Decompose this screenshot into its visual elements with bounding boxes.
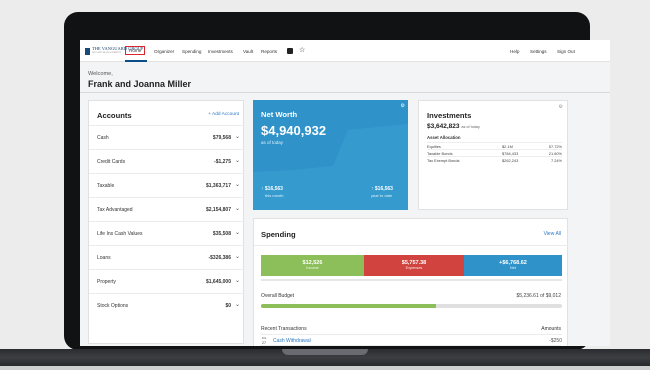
account-label: Credit Cards	[97, 159, 126, 165]
user-name: Frank and Joanna Miller	[88, 79, 192, 89]
nav-vault[interactable]: Vault	[243, 49, 253, 54]
allocation-row: Tax Exempt Bonds $262,243 7.24%	[427, 156, 562, 163]
star-icon[interactable]: ☆	[299, 47, 305, 54]
recent-transactions-label: Recent Transactions	[261, 326, 307, 332]
spending-divider	[254, 245, 569, 246]
app-screen: THE VANGUARD GROUP WEALTH MANAGEMENT Hom…	[80, 40, 610, 346]
account-row-life-ins[interactable]: Life Ins Cash Values $35,508 ⌄	[89, 221, 245, 245]
account-row-tax-advantaged[interactable]: Tax Advantaged $2,154,807 ⌄	[89, 197, 245, 221]
account-label: Tax Advantaged	[97, 207, 133, 213]
nav-reports[interactable]: Reports	[261, 49, 277, 54]
nav-help[interactable]: Help	[510, 49, 519, 54]
account-value: $79,568	[212, 135, 231, 141]
account-row-taxable[interactable]: Taxable $1,363,717 ⌄	[89, 173, 245, 197]
investments-value: $3,642,823	[427, 123, 460, 130]
view-all-link[interactable]: View All	[544, 231, 561, 237]
gear-icon[interactable]: ⚙	[401, 103, 405, 109]
chevron-down-icon[interactable]: ⌄	[235, 277, 240, 284]
account-row-credit-cards[interactable]: Credit Cards -$1,275 ⌄	[89, 149, 245, 173]
amounts-label: Amounts	[541, 326, 561, 332]
account-value: $2,154,807	[205, 207, 231, 213]
transaction-name[interactable]: Cash Withdrawal	[273, 338, 311, 344]
chevron-down-icon[interactable]: ⌄	[235, 205, 240, 212]
transaction-amount: -$250	[549, 338, 562, 344]
investments-value-line: $3,642,823 as of today	[427, 123, 480, 130]
budget-progress-fill	[261, 304, 436, 308]
account-row-cash[interactable]: Cash $79,568 ⌄	[89, 125, 245, 149]
chevron-down-icon[interactable]: ⌄	[235, 181, 240, 188]
budget-value: $5,236.61 of $9,012	[516, 293, 562, 299]
account-row-property[interactable]: Property $1,645,000 ⌄	[89, 269, 245, 293]
chevron-down-icon[interactable]: ⌄	[235, 133, 240, 140]
net-worth-month-change: ↑ $16,563	[261, 186, 283, 192]
net-label: Net	[510, 266, 516, 270]
accounts-panel: Accounts + Add Account Cash $79,568 ⌄ Cr…	[88, 100, 245, 344]
nav-organizer[interactable]: Organizer	[154, 49, 174, 54]
income-label: Income	[306, 266, 319, 270]
chevron-down-icon[interactable]: ⌄	[235, 253, 240, 260]
income-segment[interactable]: $12,526 Income	[261, 255, 364, 276]
nav-active-indicator	[125, 60, 147, 62]
nav-investments[interactable]: Investments	[208, 49, 233, 54]
nav-sign-out[interactable]: Sign Out	[557, 49, 575, 54]
nav-spending[interactable]: Spending	[182, 49, 201, 54]
account-value: -$326,386	[208, 255, 231, 261]
net-worth-card[interactable]: ⚙ Net Worth $4,940,932 as of today ↑ $16…	[253, 100, 408, 210]
chevron-down-icon[interactable]: ⌄	[235, 229, 240, 236]
header-divider	[80, 92, 610, 93]
allocation-row: Taxable Bonds $784,433 21.60%	[427, 149, 562, 156]
segment-divider	[261, 279, 562, 281]
net-worth-value: $4,940,932	[261, 123, 327, 138]
accounts-title: Accounts	[97, 111, 132, 120]
gear-icon[interactable]: ⚙	[559, 104, 563, 110]
expenses-segment[interactable]: $5,757.38 Expenses	[364, 255, 464, 276]
laptop-notch	[282, 349, 368, 355]
budget-progress-bar[interactable]	[261, 304, 562, 308]
net-worth-title: Net Worth	[261, 110, 298, 119]
account-value: $1,645,000	[205, 279, 231, 285]
account-label: Property	[97, 279, 116, 285]
account-label: Stock Options	[97, 303, 129, 309]
budget-label: Overall Budget	[261, 293, 295, 299]
account-label: Life Ins Cash Values	[97, 231, 143, 237]
welcome-text: Welcome,	[88, 71, 113, 77]
laptop-base-edge	[0, 366, 650, 370]
calendar-icon[interactable]	[287, 48, 293, 54]
account-value: -$1,275	[214, 159, 231, 165]
chevron-down-icon[interactable]: ⌄	[235, 157, 240, 164]
account-value: $1,363,717	[205, 183, 231, 189]
investments-card[interactable]: ⚙ Investments $3,642,823 as of today Ass…	[418, 100, 568, 210]
net-worth-as-of: as of today	[261, 140, 284, 145]
allocation-row: Equities $2.1M 57.72%	[427, 142, 562, 149]
net-worth-month-label: this month	[265, 193, 284, 198]
nav-home[interactable]: Home	[125, 46, 146, 55]
spending-card: Spending View All $12,526 Income $5,757.…	[253, 218, 569, 346]
account-row-stock-options[interactable]: Stock Options $0 ⌄	[89, 293, 245, 317]
add-account-link[interactable]: + Add Account	[208, 112, 239, 117]
account-label: Taxable	[97, 183, 115, 189]
account-label: Loans	[97, 255, 111, 261]
investments-as-of: as of today	[461, 125, 480, 129]
account-value: $35,508	[212, 231, 231, 237]
logo-mark-icon	[85, 47, 90, 55]
transaction-row[interactable]	[260, 345, 561, 346]
net-segment[interactable]: +$6,768.62 Net	[464, 255, 562, 276]
net-worth-ytd-change: ↑ $16,563	[371, 186, 393, 192]
nav-settings[interactable]: Settings	[530, 49, 547, 54]
asset-allocation-label: Asset Allocation	[427, 135, 461, 140]
investments-title: Investments	[427, 111, 472, 120]
top-nav: THE VANGUARD GROUP WEALTH MANAGEMENT Hom…	[80, 40, 610, 62]
net-worth-ytd-label: year to date	[371, 193, 393, 198]
transaction-date: JUL 27	[261, 337, 267, 345]
account-label: Cash	[97, 135, 109, 141]
spending-title: Spending	[261, 230, 296, 239]
chevron-down-icon[interactable]: ⌄	[235, 301, 240, 308]
account-row-loans[interactable]: Loans -$326,386 ⌄	[89, 245, 245, 269]
account-value: $0	[225, 303, 231, 309]
expenses-label: Expenses	[405, 266, 423, 270]
